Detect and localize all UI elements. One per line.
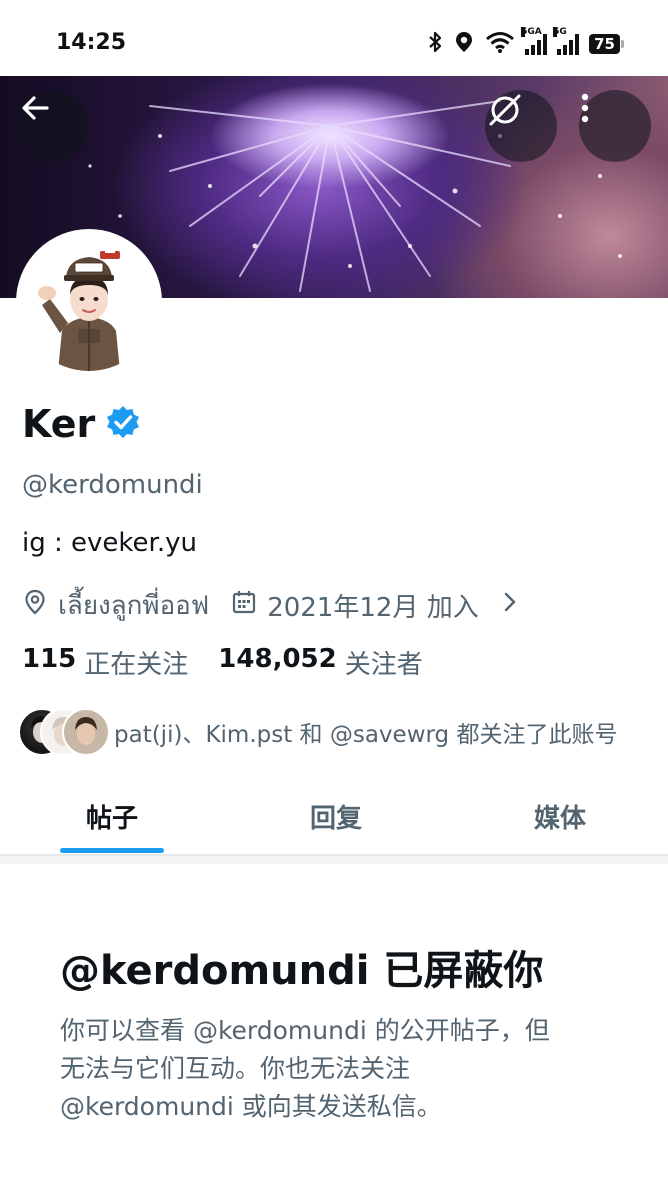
location-item: เลี้ยงลูกพี่ออฟ [22, 585, 209, 626]
following-label: 正在关注 [84, 650, 189, 680]
tab-posts[interactable]: 帖子 [60, 778, 164, 854]
followers-you-know[interactable]: pat(ji)、Kim.pst 和 @savewrg 都关注了此账号 [18, 708, 617, 756]
calendar-icon [231, 589, 257, 622]
profile-meta-row[interactable]: เลี้ยงลูกพี่ออฟ 2021年12月 加入 [22, 585, 519, 626]
wifi-icon [485, 31, 515, 57]
active-tab-indicator [60, 848, 164, 853]
joined-date-text: 2021年12月 加入 [267, 593, 479, 623]
tab-media[interactable]: 媒体 [508, 778, 612, 854]
avatar-illustration [20, 233, 158, 371]
followers-you-know-text: pat(ji)、Kim.pst 和 @savewrg 都关注了此账号 [114, 722, 618, 748]
profile-tabs: 帖子 回复 媒体 [0, 778, 668, 855]
signal-5ga-icon: 5GA [521, 27, 548, 55]
avatar[interactable] [16, 229, 162, 375]
status-bar: 14:25 5GA 5G 75 [0, 0, 668, 76]
location-text: เลี้ยงลูกพี่ออฟ [58, 591, 210, 621]
grok-button[interactable] [485, 90, 557, 162]
bluetooth-icon [427, 30, 443, 58]
display-name: Ker [22, 402, 96, 446]
name-row: Ker [22, 402, 141, 446]
mini-avatar-stack [18, 708, 110, 756]
chevron-right-icon[interactable] [501, 589, 519, 622]
blocked-description: 你可以查看 @kerdomundi 的公开帖子，但无法与它们互动。你也无法关注 … [60, 1016, 550, 1121]
blocked-title: @kerdomundi 已屏蔽你 [60, 948, 544, 994]
verified-badge-icon[interactable] [105, 404, 141, 444]
tab-replies[interactable]: 回复 [284, 778, 388, 854]
back-button[interactable] [17, 90, 89, 162]
location-icon [22, 588, 48, 623]
following-count: 115 [22, 644, 77, 674]
profile-bio: ig : eveker.yu [22, 528, 197, 558]
battery-indicator: 75 [589, 34, 624, 54]
more-options-button[interactable] [579, 90, 651, 162]
section-divider [0, 855, 668, 864]
network-label-5ga: 5GA [521, 27, 542, 37]
followers-label: 关注者 [344, 650, 423, 680]
status-time: 14:25 [56, 30, 127, 55]
location-status-icon [453, 30, 475, 58]
follow-counts: 115 正在关注 148,052 关注者 [22, 644, 453, 681]
network-label-5g: 5G [553, 27, 567, 37]
signal-5g-icon: 5G [553, 27, 580, 55]
status-icons: 5GA 5G 75 [427, 27, 624, 58]
profile-handle: @kerdomundi [22, 470, 203, 500]
followers-link[interactable]: 148,052 关注者 [218, 644, 422, 681]
followers-count: 148,052 [218, 644, 337, 674]
joined-item: 2021年12月 加入 [231, 587, 479, 624]
mini-avatar [62, 708, 110, 756]
following-link[interactable]: 115 正在关注 [22, 644, 188, 681]
